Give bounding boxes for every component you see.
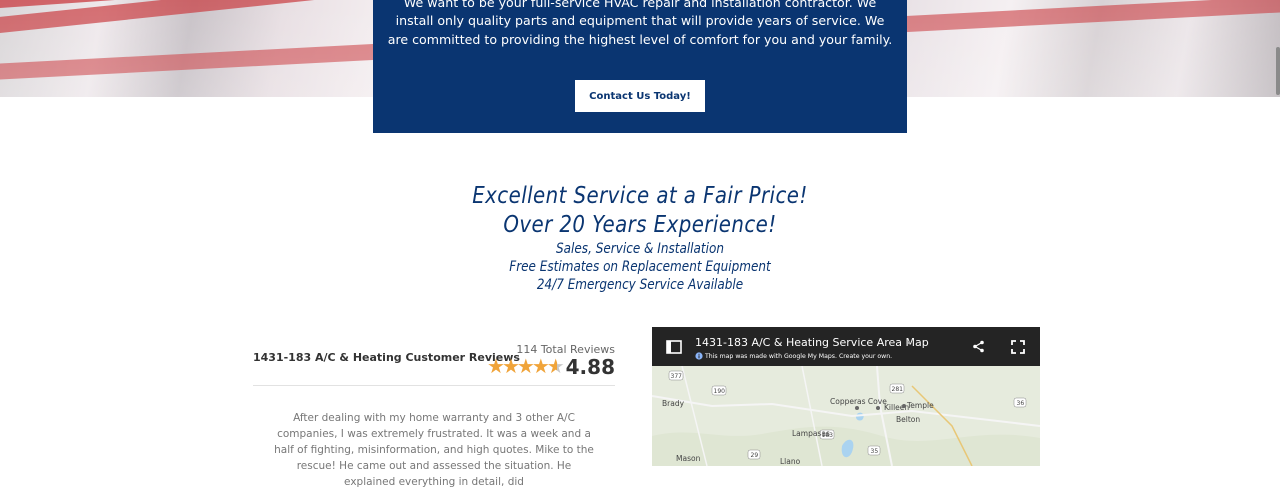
road-shield-281: 281 [889, 383, 905, 394]
road-shield-35: 35 [867, 445, 881, 456]
place-label: Killeen [884, 403, 909, 412]
place-label: Copperas Cove [830, 397, 887, 406]
create-map-link[interactable]: Create your own. [839, 353, 892, 360]
headline-estimates: Free Estimates on Replacement Equipment [509, 259, 771, 275]
svg-text:35: 35 [871, 448, 879, 455]
map-header: 1431-183 A/C & Heating Service Area Map … [652, 327, 1040, 366]
headline-services: Sales, Service & Installation [556, 241, 724, 257]
place-label: Temple [906, 401, 934, 410]
intro-panel: We want to be your full-service HVAC rep… [373, 0, 907, 133]
map-subtitle: This map was made with Google My Maps. C… [705, 353, 892, 360]
road-shield-36: 36 [1013, 397, 1027, 408]
place-dot [876, 406, 880, 410]
fullscreen-icon[interactable] [1011, 340, 1025, 354]
star-half-icon: ★ [546, 354, 565, 378]
headline-experience: Over 20 Years Experience! [503, 212, 777, 238]
contact-us-button[interactable]: Contact Us Today! [575, 80, 705, 112]
map-made-with: This map was made with Google My Maps. [705, 353, 837, 360]
star-outline-icon[interactable] [906, 340, 912, 346]
svg-text:377: 377 [671, 373, 683, 380]
intro-text: We want to be your full-service HVAC rep… [387, 0, 893, 47]
rating-stars: ★★★★★ [487, 354, 565, 378]
headline-price: Excellent Service at a Fair Price! [472, 183, 808, 209]
place-label: Belton [896, 415, 920, 424]
headline-block: Excellent Service at a Fair Price! Over … [90, 182, 1191, 294]
place-dot [902, 404, 906, 408]
map-panel-icon[interactable] [666, 340, 682, 354]
road-shield-377: 377 [668, 370, 684, 381]
reviews-divider [253, 385, 615, 386]
svg-text:29: 29 [751, 452, 759, 459]
place-label: Mason [676, 454, 701, 463]
map-title[interactable]: 1431-183 A/C & Heating Service Area Map [695, 336, 929, 349]
place-dot [855, 406, 859, 410]
place-label: Llano [780, 457, 801, 466]
service-area-map[interactable]: 1431-183 A/C & Heating Service Area Map … [652, 327, 1040, 466]
share-icon[interactable] [972, 340, 985, 353]
road-shield-29: 29 [747, 449, 761, 460]
page-scrollbar[interactable] [1276, 47, 1280, 95]
svg-text:281: 281 [892, 386, 904, 393]
map-canvas[interactable]: 377 190 281 183 36 35 29 Copperas Cove K… [652, 366, 1040, 466]
road-shield-190: 190 [711, 385, 727, 396]
review-text: After dealing with my home warranty and … [274, 412, 594, 488]
svg-text:36: 36 [1017, 400, 1025, 407]
place-label: Brady [662, 399, 685, 408]
svg-text:190: 190 [714, 388, 726, 395]
reviews-title: 1431-183 A/C & Heating Customer Reviews [253, 351, 520, 364]
info-icon [695, 352, 703, 360]
place-label: Lampasas [792, 429, 830, 438]
headline-emergency: 24/7 Emergency Service Available [536, 277, 744, 293]
rating-value: 4.88 [565, 355, 615, 379]
